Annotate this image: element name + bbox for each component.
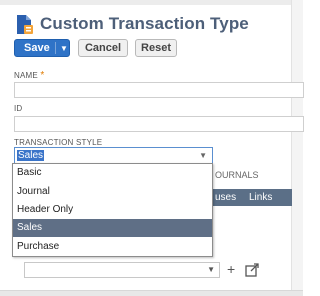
tab-uses[interactable]: uses xyxy=(215,192,236,203)
subtab-strip: uses Links xyxy=(213,189,292,206)
open-external-icon[interactable] xyxy=(245,263,259,277)
id-label: ID xyxy=(14,104,23,113)
transaction-style-dropdown: Basic Journal Header Only Sales Purchase xyxy=(12,163,213,257)
journals-section-label: OURNALS xyxy=(215,170,259,180)
save-button-divider xyxy=(55,42,56,54)
account-select[interactable]: ▼ xyxy=(24,262,220,278)
plus-icon[interactable]: + xyxy=(227,261,235,277)
transaction-style-value: Sales xyxy=(17,150,45,161)
option-sales[interactable]: Sales xyxy=(13,219,212,237)
reset-button[interactable]: Reset xyxy=(135,39,177,57)
chevron-down-icon[interactable]: ▼ xyxy=(207,265,215,274)
name-label: NAME * xyxy=(14,70,44,81)
name-input[interactable] xyxy=(14,82,304,98)
page-title: Custom Transaction Type xyxy=(40,14,249,33)
required-marker: * xyxy=(40,70,45,81)
window-top-edge xyxy=(0,0,303,5)
name-label-text: NAME xyxy=(14,71,38,80)
cancel-button[interactable]: Cancel xyxy=(78,39,128,57)
option-basic[interactable]: Basic xyxy=(13,164,212,182)
tab-links[interactable]: Links xyxy=(249,192,272,203)
window-right-edge xyxy=(291,0,303,296)
save-button[interactable]: Save ▼ xyxy=(14,39,70,57)
option-purchase[interactable]: Purchase xyxy=(13,238,212,256)
transaction-style-label: TRANSACTION STYLE xyxy=(14,138,103,147)
id-input[interactable] xyxy=(14,116,304,132)
option-header-only[interactable]: Header Only xyxy=(13,201,212,219)
chevron-down-icon[interactable]: ▼ xyxy=(199,151,207,160)
transaction-style-select[interactable]: Sales ▼ xyxy=(14,147,213,164)
window-bottom-edge xyxy=(0,290,303,296)
chevron-down-icon[interactable]: ▼ xyxy=(60,44,68,53)
save-button-label: Save xyxy=(24,42,50,54)
option-journal[interactable]: Journal xyxy=(13,183,212,201)
document-form-icon xyxy=(17,15,33,34)
